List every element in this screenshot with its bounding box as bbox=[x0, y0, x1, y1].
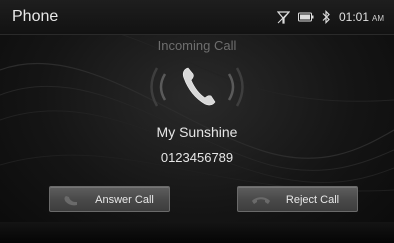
bottom-bar bbox=[0, 222, 394, 243]
battery-icon bbox=[297, 12, 314, 22]
bluetooth-icon bbox=[322, 10, 330, 24]
phone-ringing-icon bbox=[150, 67, 244, 107]
phone-hangup-icon bbox=[252, 197, 270, 204]
call-status-label: Incoming Call bbox=[157, 38, 237, 53]
answer-call-label: Answer Call bbox=[95, 194, 154, 206]
caller-number: 0123456789 bbox=[160, 150, 234, 165]
reject-call-label: Reject Call bbox=[285, 194, 340, 206]
status-icons: 01:01 AM bbox=[276, 9, 384, 25]
reject-call-button[interactable]: Reject Call bbox=[237, 186, 358, 212]
caller-name: My Sunshine bbox=[156, 124, 238, 140]
answer-call-button[interactable]: Answer Call bbox=[49, 186, 170, 212]
incoming-call-screen: Phone 01:01 AM Incoming Call My Sunshine bbox=[0, 0, 394, 243]
status-bar: Phone 01:01 AM bbox=[0, 0, 394, 35]
app-title: Phone bbox=[12, 8, 59, 25]
clock-time: 01:01 bbox=[338, 10, 369, 24]
signal-off-icon bbox=[276, 10, 290, 24]
phone-answer-icon bbox=[64, 196, 77, 206]
clock-ampm: AM bbox=[372, 14, 384, 23]
